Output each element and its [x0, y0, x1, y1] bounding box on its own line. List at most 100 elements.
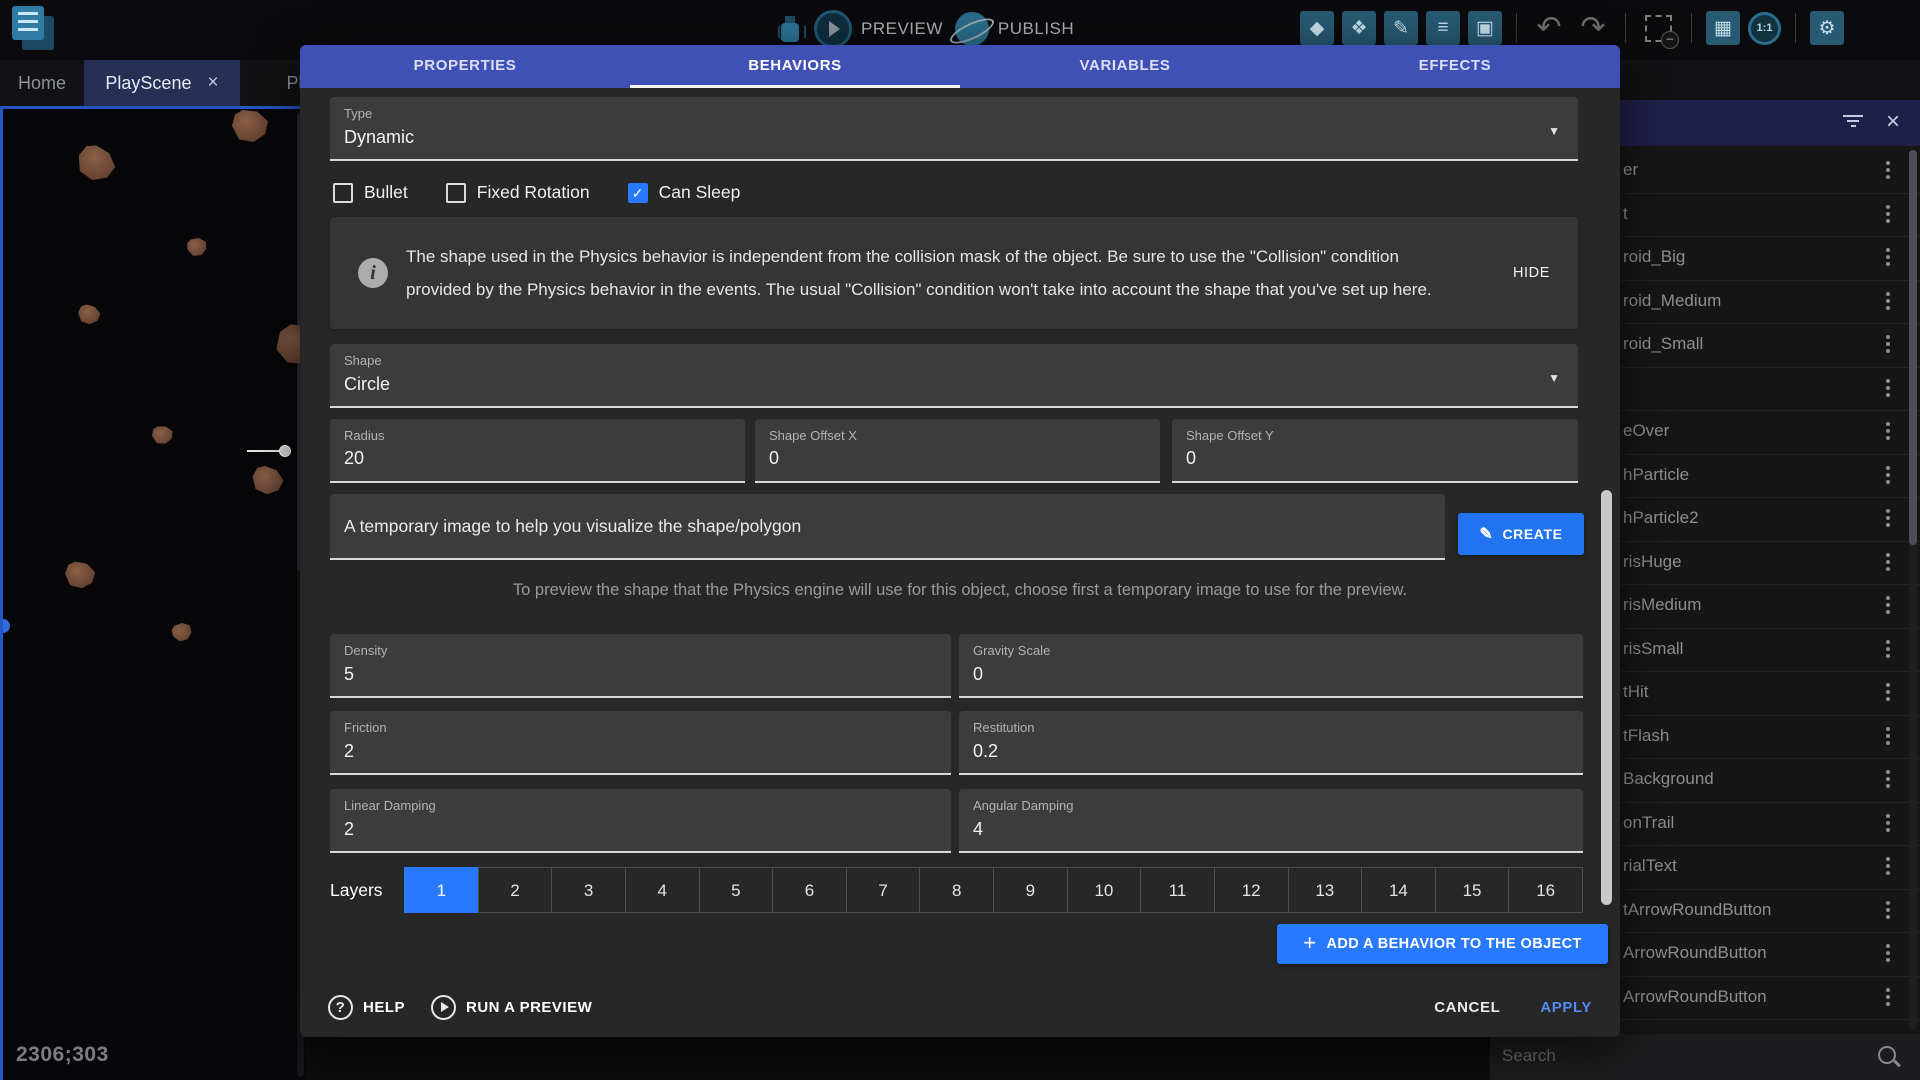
app-menu-icon[interactable]	[12, 6, 54, 50]
dialog-tab-variables[interactable]: VARIABLES	[960, 45, 1290, 88]
kebab-menu-icon[interactable]	[1886, 727, 1890, 745]
sidebar-scrollbar-handle[interactable]	[1909, 150, 1917, 545]
asteroid-instance[interactable]	[232, 110, 268, 142]
undo-icon[interactable]: ↶	[1531, 11, 1567, 45]
field-shape-offset-y[interactable]: Shape Offset Y0	[1172, 419, 1578, 483]
kebab-menu-icon[interactable]	[1886, 161, 1890, 179]
selection-mask-icon[interactable]: –	[1645, 15, 1672, 42]
dialog-tab-properties[interactable]: PROPERTIES	[300, 45, 630, 88]
filter-icon[interactable]	[1842, 115, 1864, 131]
layer-cell-6[interactable]: 6	[772, 867, 847, 913]
field-radius[interactable]: Radius20	[330, 419, 745, 483]
asteroid-instance[interactable]	[151, 425, 173, 445]
editor-tab-playscene[interactable]: PlayScene×	[84, 60, 240, 106]
checkbox-bullet[interactable]: Bullet	[333, 182, 408, 203]
dialog-tab-behaviors[interactable]: BEHAVIORS	[630, 45, 960, 88]
type-select[interactable]: Type Dynamic ▼	[330, 97, 1578, 161]
field-density[interactable]: Density5	[330, 634, 951, 698]
kebab-menu-icon[interactable]	[1886, 944, 1890, 962]
kebab-menu-icon[interactable]	[1886, 553, 1890, 571]
debugger-icon[interactable]	[778, 14, 802, 44]
layer-cell-8[interactable]: 8	[919, 867, 994, 913]
layer-cell-1[interactable]: 1	[404, 867, 479, 913]
kebab-menu-icon[interactable]	[1886, 466, 1890, 484]
kebab-menu-icon[interactable]	[1886, 248, 1890, 266]
objects-panel-icon[interactable]: ◆	[1300, 11, 1334, 45]
asteroid-instance[interactable]	[169, 620, 195, 645]
kebab-menu-icon[interactable]	[1886, 335, 1890, 353]
sidebar-scrollbar[interactable]	[1909, 150, 1917, 1030]
layer-cell-7[interactable]: 7	[846, 867, 921, 913]
asteroid-instance[interactable]	[77, 303, 102, 326]
grid-icon[interactable]: ▦	[1706, 11, 1740, 45]
temporary-image-field[interactable]: A temporary image to help you visualize …	[330, 494, 1445, 560]
hide-button[interactable]: HIDE	[1513, 265, 1550, 281]
selection-handle-dot[interactable]	[0, 619, 10, 633]
layer-cell-14[interactable]: 14	[1361, 867, 1436, 913]
layer-cell-2[interactable]: 2	[478, 867, 553, 913]
kebab-dot	[1886, 857, 1890, 861]
search-input[interactable]: Search	[1490, 1034, 1920, 1080]
kebab-menu-icon[interactable]	[1886, 422, 1890, 440]
field-angular-damping[interactable]: Angular Damping4	[959, 789, 1583, 853]
add-behavior-button[interactable]: + ADD A BEHAVIOR TO THE OBJECT	[1277, 924, 1608, 964]
shape-select[interactable]: Shape Circle ▼	[330, 344, 1578, 408]
scene-settings-icon[interactable]: ⚙	[1810, 11, 1844, 45]
field-linear-damping[interactable]: Linear Damping2	[330, 789, 951, 853]
checkbox-fixed-rotation[interactable]: Fixed Rotation	[446, 182, 590, 203]
preview-button[interactable]: PREVIEW	[814, 10, 943, 48]
asteroid-instance[interactable]	[72, 141, 120, 187]
layer-cell-10[interactable]: 10	[1067, 867, 1142, 913]
layer-cell-12[interactable]: 12	[1214, 867, 1289, 913]
kebab-menu-icon[interactable]	[1886, 814, 1890, 832]
kebab-menu-icon[interactable]	[1886, 292, 1890, 310]
close-panel-icon[interactable]: ×	[1886, 108, 1900, 136]
editor-tab-home[interactable]: Home	[0, 60, 84, 106]
layer-cell-13[interactable]: 13	[1288, 867, 1363, 913]
gizmo-anchor-dot[interactable]	[279, 445, 291, 457]
apply-button[interactable]: APPLY	[1540, 999, 1592, 1016]
bug-legs	[778, 26, 806, 38]
instances-list-icon[interactable]: ≡	[1426, 11, 1460, 45]
dialog-scrollbar-handle[interactable]	[1601, 490, 1612, 905]
close-tab-icon[interactable]: ×	[207, 72, 218, 94]
asteroid-instance[interactable]	[64, 561, 96, 590]
publish-button[interactable]: PUBLISH	[955, 12, 1074, 46]
layer-cell-9[interactable]: 9	[993, 867, 1068, 913]
kebab-menu-icon[interactable]	[1886, 988, 1890, 1006]
field-friction[interactable]: Friction2	[330, 711, 951, 775]
checkbox-can-sleep[interactable]: ✓Can Sleep	[628, 182, 741, 203]
cancel-button[interactable]: CANCEL	[1434, 999, 1500, 1016]
kebab-menu-icon[interactable]	[1886, 379, 1890, 397]
asteroid-instance[interactable]	[249, 463, 286, 497]
kebab-menu-icon[interactable]	[1886, 509, 1890, 527]
layer-cell-5[interactable]: 5	[699, 867, 774, 913]
kebab-menu-icon[interactable]	[1886, 640, 1890, 658]
kebab-menu-icon[interactable]	[1886, 596, 1890, 614]
kebab-menu-icon[interactable]	[1886, 857, 1890, 875]
layer-cell-16[interactable]: 16	[1508, 867, 1583, 913]
dialog-tab-effects[interactable]: EFFECTS	[1290, 45, 1620, 88]
asteroid-instance[interactable]	[185, 236, 209, 259]
run-preview-button[interactable]: RUN A PREVIEW	[431, 995, 592, 1020]
layer-cell-4[interactable]: 4	[625, 867, 700, 913]
layers-panel-icon[interactable]: ▣	[1468, 11, 1502, 45]
redo-icon[interactable]: ↷	[1575, 11, 1611, 45]
zoom-one-to-one-icon[interactable]: 1:1	[1748, 12, 1781, 45]
object-groups-icon[interactable]: ❖	[1342, 11, 1376, 45]
kebab-menu-icon[interactable]	[1886, 901, 1890, 919]
field-gravity-scale[interactable]: Gravity Scale0	[959, 634, 1583, 698]
field-restitution[interactable]: Restitution0.2	[959, 711, 1583, 775]
edit-scene-icon[interactable]: ✎	[1384, 11, 1418, 45]
create-button[interactable]: ✎ CREATE	[1458, 513, 1584, 555]
layer-cell-11[interactable]: 11	[1140, 867, 1215, 913]
kebab-menu-icon[interactable]	[1886, 770, 1890, 788]
layer-cell-15[interactable]: 15	[1435, 867, 1510, 913]
help-button[interactable]: ? HELP	[328, 995, 405, 1020]
kebab-menu-icon[interactable]	[1886, 683, 1890, 701]
kebab-menu-icon[interactable]	[1886, 205, 1890, 223]
field-shape-offset-x[interactable]: Shape Offset X0	[755, 419, 1160, 483]
checkbox-label: Bullet	[364, 182, 408, 203]
layer-cell-3[interactable]: 3	[551, 867, 626, 913]
scene-canvas[interactable]: 2306;303	[0, 106, 305, 1080]
